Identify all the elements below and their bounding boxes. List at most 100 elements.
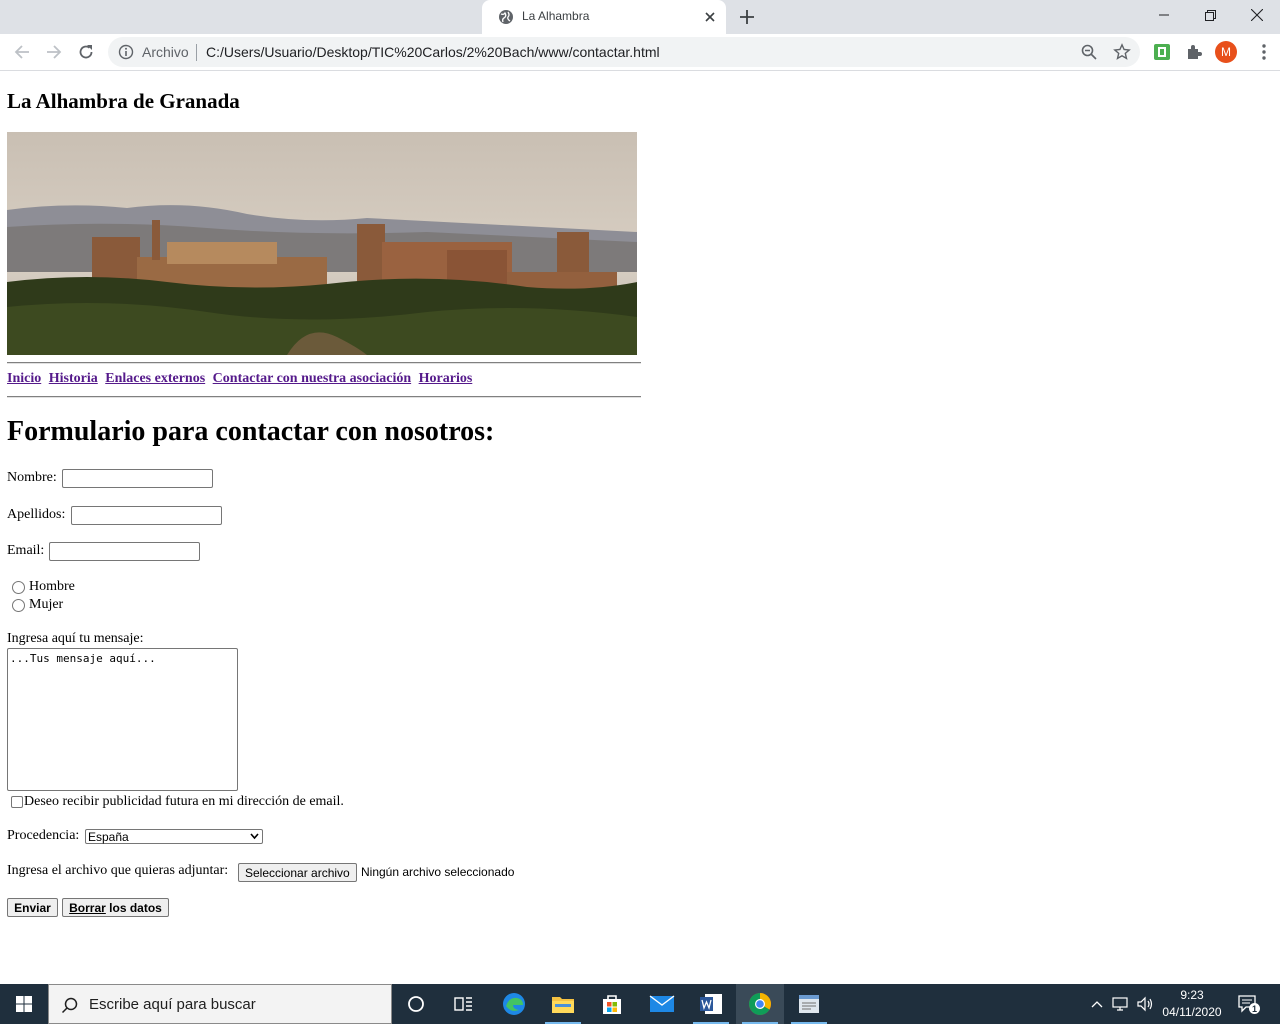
apellidos-input[interactable] bbox=[71, 506, 222, 525]
show-hidden-icons-button[interactable] bbox=[1088, 995, 1106, 1013]
mensaje-textarea[interactable]: ...Tus mensaje aquí... bbox=[7, 648, 238, 791]
alhambra-banner-image bbox=[7, 132, 637, 355]
clock-date: 04/11/2020 bbox=[1162, 1005, 1222, 1019]
reload-button[interactable] bbox=[76, 42, 96, 62]
system-clock[interactable]: 9:23 04/11/2020 bbox=[1158, 987, 1226, 1021]
radio-hombre[interactable] bbox=[12, 581, 25, 594]
archivo-label: Ingresa el archivo que quieras adjuntar: bbox=[7, 863, 229, 878]
tab-strip: La Alhambra bbox=[0, 0, 1280, 34]
profile-avatar[interactable]: M bbox=[1215, 41, 1237, 63]
store-bag-icon bbox=[603, 995, 621, 1014]
task-view-icon bbox=[454, 997, 472, 1011]
word-icon bbox=[700, 994, 722, 1014]
email-input[interactable] bbox=[49, 542, 200, 561]
speaker-icon bbox=[1137, 996, 1153, 1012]
new-tab-icon[interactable] bbox=[738, 8, 756, 26]
nombre-input[interactable] bbox=[62, 469, 213, 488]
extension-button[interactable] bbox=[1152, 42, 1172, 62]
cortana-button[interactable] bbox=[392, 984, 440, 1024]
nav-link-contactar[interactable]: Contactar con nuestra asociación bbox=[213, 371, 411, 386]
close-tab-icon[interactable] bbox=[702, 9, 718, 25]
omnibox-divider bbox=[196, 44, 197, 61]
close-window-button[interactable] bbox=[1234, 0, 1280, 30]
start-button[interactable] bbox=[0, 984, 48, 1024]
submit-button[interactable]: Enviar bbox=[7, 898, 58, 917]
radio-mujer-label: Mujer bbox=[29, 597, 64, 612]
file-explorer-app[interactable] bbox=[539, 984, 587, 1024]
puzzle-icon bbox=[1188, 45, 1202, 59]
chrome-app[interactable] bbox=[736, 984, 784, 1024]
search-icon bbox=[61, 997, 78, 1014]
menu-button[interactable] bbox=[1254, 42, 1274, 62]
chevron-up-icon bbox=[1091, 1001, 1103, 1008]
folder-icon bbox=[552, 997, 574, 1013]
arrow-right-icon bbox=[47, 45, 62, 59]
bookmark-star-icon[interactable] bbox=[1113, 43, 1131, 61]
extensions-menu-button[interactable] bbox=[1184, 42, 1204, 62]
nav-link-enlaces-externos[interactable]: Enlaces externos bbox=[105, 371, 205, 386]
edge-icon bbox=[503, 993, 525, 1015]
nav-link-inicio[interactable]: Inicio bbox=[7, 371, 41, 386]
notepad-app[interactable] bbox=[785, 984, 833, 1024]
email-label: Email: bbox=[7, 543, 45, 558]
procedencia-select[interactable]: España bbox=[85, 829, 263, 844]
mensaje-label: Ingresa aquí tu mensaje: bbox=[7, 631, 144, 646]
divider-top bbox=[7, 362, 641, 364]
arrow-left-icon bbox=[14, 45, 29, 59]
taskbar-search[interactable]: Escribe aquí para buscar bbox=[48, 984, 392, 1024]
file-scheme-chip: Archivo bbox=[142, 44, 189, 60]
reset-button[interactable]: Borrar los datos bbox=[62, 898, 169, 917]
windows-logo-icon bbox=[16, 996, 32, 1012]
zoom-icon[interactable] bbox=[1080, 43, 1098, 61]
store-app[interactable] bbox=[588, 984, 636, 1024]
address-bar[interactable]: Archivo C:/Users/Usuario/Desktop/TIC%20C… bbox=[108, 37, 1140, 67]
tab-alhambra[interactable]: La Alhambra bbox=[482, 0, 726, 34]
clock-time: 9:23 bbox=[1180, 988, 1204, 1002]
divider-bottom bbox=[7, 396, 641, 398]
tab-title: La Alhambra bbox=[522, 9, 590, 23]
reload-icon bbox=[79, 45, 93, 59]
main-navigation: Inicio Historia Enlaces externos Contact… bbox=[7, 371, 476, 387]
word-app[interactable] bbox=[687, 984, 735, 1024]
info-icon[interactable] bbox=[118, 44, 134, 60]
url-text[interactable]: C:/Users/Usuario/Desktop/TIC%20Carlos/2%… bbox=[206, 44, 660, 60]
cortana-circle-icon bbox=[408, 996, 424, 1012]
notification-count-badge: 1 bbox=[1249, 1003, 1260, 1014]
radio-hombre-label: Hombre bbox=[29, 579, 75, 594]
minimize-icon bbox=[1159, 14, 1169, 16]
mail-app[interactable] bbox=[638, 984, 686, 1024]
mail-envelope-icon bbox=[649, 995, 675, 1012]
procedencia-label: Procedencia: bbox=[7, 828, 80, 843]
back-button[interactable] bbox=[12, 42, 32, 62]
procedencia-value: España bbox=[88, 830, 129, 844]
site-title: La Alhambra de Granada bbox=[7, 89, 240, 113]
nav-link-historia[interactable]: Historia bbox=[49, 371, 98, 386]
nav-link-horarios[interactable]: Horarios bbox=[419, 371, 473, 386]
chevron-down-icon bbox=[250, 833, 259, 840]
restore-button[interactable] bbox=[1187, 0, 1233, 30]
minimize-button[interactable] bbox=[1141, 0, 1187, 30]
close-icon bbox=[1251, 9, 1263, 21]
task-view-button[interactable] bbox=[440, 984, 488, 1024]
restore-icon bbox=[1204, 9, 1216, 21]
apellidos-label: Apellidos: bbox=[7, 507, 66, 522]
notepad-icon bbox=[799, 995, 819, 1013]
search-placeholder: Escribe aquí para buscar bbox=[89, 996, 256, 1013]
volume-button[interactable] bbox=[1136, 995, 1154, 1013]
action-center-button[interactable]: 1 bbox=[1238, 995, 1260, 1014]
edge-app[interactable] bbox=[490, 984, 538, 1024]
file-status: Ningún archivo seleccionado bbox=[361, 865, 515, 879]
reset-button-label: los datos bbox=[105, 900, 162, 915]
nombre-label: Nombre: bbox=[7, 470, 57, 485]
network-button[interactable] bbox=[1112, 995, 1130, 1013]
publicidad-checkbox[interactable] bbox=[11, 796, 23, 808]
forward-button[interactable] bbox=[44, 42, 64, 62]
network-icon bbox=[1112, 997, 1128, 1011]
globe-icon bbox=[499, 10, 513, 24]
browser-toolbar: Archivo C:/Users/Usuario/Desktop/TIC%20C… bbox=[0, 34, 1280, 71]
extension-green-icon bbox=[1154, 44, 1170, 60]
publicidad-label: Deseo recibir publicidad futura en mi di… bbox=[24, 794, 344, 809]
radio-mujer[interactable] bbox=[12, 599, 25, 612]
chrome-icon bbox=[749, 993, 771, 1015]
select-file-button[interactable]: Seleccionar archivo bbox=[238, 863, 357, 882]
